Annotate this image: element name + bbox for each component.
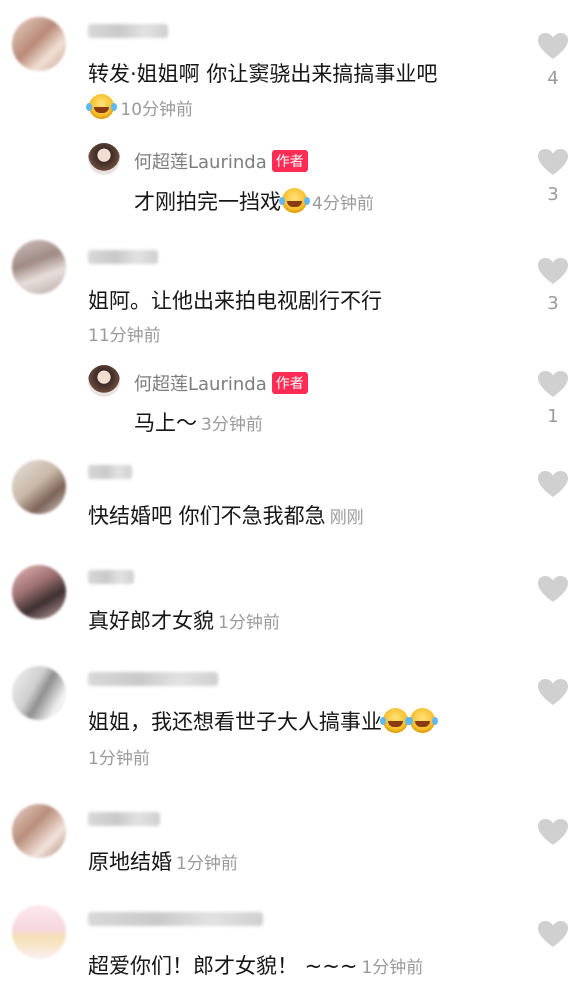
comment-time: 1分钟前 bbox=[176, 854, 238, 874]
like-button[interactable]: 4 bbox=[535, 32, 571, 92]
comment-time: 11分钟前 bbox=[88, 326, 161, 346]
avatar[interactable] bbox=[12, 460, 66, 514]
laugh-cry-emoji bbox=[407, 708, 435, 733]
author-name[interactable]: 何超莲Laurinda 作者 bbox=[134, 370, 308, 396]
comment-text: 姐阿。让他出来拍电视剧行不行 bbox=[88, 289, 382, 313]
comment-text: 姐姐，我还想看世子大人搞事业 bbox=[88, 706, 436, 736]
reply-item[interactable]: 何超莲Laurinda 作者 马上～ 3分钟前 1 bbox=[0, 362, 579, 447]
heart-icon bbox=[538, 258, 568, 284]
comment-time: 1分钟前 bbox=[218, 613, 280, 633]
heart-icon bbox=[538, 576, 568, 602]
comment-text: 原地结婚 1分钟前 bbox=[88, 850, 238, 874]
author-name[interactable]: 何超莲Laurinda 作者 bbox=[134, 148, 308, 174]
username[interactable] bbox=[88, 812, 160, 826]
comment-item[interactable]: 转发·姐姐啊 你让窦骁出来搞搞事业吧 10分钟前 4 bbox=[0, 0, 579, 125]
comment-item[interactable]: 姐姐，我还想看世子大人搞事业 1分钟前 bbox=[0, 660, 579, 790]
like-button[interactable] bbox=[535, 470, 571, 530]
like-count: 3 bbox=[547, 293, 559, 314]
like-button[interactable]: 3 bbox=[535, 148, 571, 208]
heart-icon bbox=[538, 819, 568, 845]
reply-time: 4分钟前 bbox=[312, 194, 374, 214]
comment-item[interactable]: 真好郎才女貌 1分钟前 bbox=[0, 560, 579, 655]
reply-text: 才刚拍完一挡戏 4分钟前 bbox=[134, 188, 374, 214]
heart-icon bbox=[538, 149, 568, 175]
avatar[interactable] bbox=[12, 565, 66, 619]
comment-item[interactable]: 原地结婚 1分钟前 bbox=[0, 800, 579, 895]
laugh-cry-emoji bbox=[380, 708, 408, 733]
heart-icon bbox=[538, 679, 568, 705]
username[interactable] bbox=[88, 250, 158, 264]
username[interactable] bbox=[88, 465, 132, 479]
avatar[interactable] bbox=[12, 905, 66, 959]
comment-text: 快结婚吧 你们不急我都急 刚刚 bbox=[88, 504, 364, 528]
comment-item[interactable]: 姐阿。让他出来拍电视剧行不行 11分钟前 3 bbox=[0, 235, 579, 355]
username[interactable] bbox=[88, 24, 168, 38]
like-button[interactable]: 1 bbox=[535, 370, 571, 430]
laugh-cry-emoji bbox=[279, 188, 307, 213]
username[interactable] bbox=[88, 570, 134, 584]
laugh-cry-emoji bbox=[86, 94, 114, 119]
heart-icon bbox=[538, 33, 568, 59]
reply-text: 马上～ 3分钟前 bbox=[134, 411, 263, 435]
username[interactable] bbox=[88, 912, 263, 926]
avatar[interactable] bbox=[12, 666, 66, 720]
heart-icon bbox=[538, 921, 568, 947]
username[interactable] bbox=[88, 672, 218, 686]
like-button[interactable] bbox=[535, 818, 571, 878]
like-button[interactable] bbox=[535, 575, 571, 635]
like-button[interactable]: 3 bbox=[535, 257, 571, 317]
comment-time: 刚刚 bbox=[329, 508, 364, 528]
comment-item[interactable]: 快结婚吧 你们不急我都急 刚刚 bbox=[0, 455, 579, 555]
heart-icon bbox=[538, 471, 568, 497]
comment-time: 10分钟前 bbox=[86, 94, 193, 120]
like-count: 4 bbox=[547, 68, 559, 89]
avatar[interactable] bbox=[12, 804, 66, 858]
comment-item[interactable]: 超爱你们！郎才女貌！ ~~~ 1分钟前 bbox=[0, 900, 579, 1000]
comment-text: 真好郎才女貌 1分钟前 bbox=[88, 609, 280, 633]
author-avatar[interactable] bbox=[88, 143, 120, 175]
comment-time: 1分钟前 bbox=[361, 958, 424, 978]
comment-text: 超爱你们！郎才女貌！ ~~~ 1分钟前 bbox=[88, 954, 424, 978]
like-count: 1 bbox=[547, 406, 559, 427]
comment-time: 1分钟前 bbox=[88, 749, 150, 769]
heart-icon bbox=[538, 371, 568, 397]
avatar[interactable] bbox=[12, 240, 66, 294]
author-badge: 作者 bbox=[271, 372, 308, 394]
like-button[interactable] bbox=[535, 920, 571, 980]
reply-time: 3分钟前 bbox=[201, 415, 263, 435]
comment-text: 转发·姐姐啊 你让窦骁出来搞搞事业吧 bbox=[88, 62, 438, 86]
avatar[interactable] bbox=[12, 17, 66, 71]
author-badge: 作者 bbox=[271, 150, 308, 172]
like-count: 3 bbox=[547, 184, 559, 205]
like-button[interactable] bbox=[535, 678, 571, 738]
reply-item[interactable]: 何超莲Laurinda 作者 才刚拍完一挡戏 4分钟前 3 bbox=[0, 140, 579, 230]
author-avatar[interactable] bbox=[88, 365, 120, 397]
